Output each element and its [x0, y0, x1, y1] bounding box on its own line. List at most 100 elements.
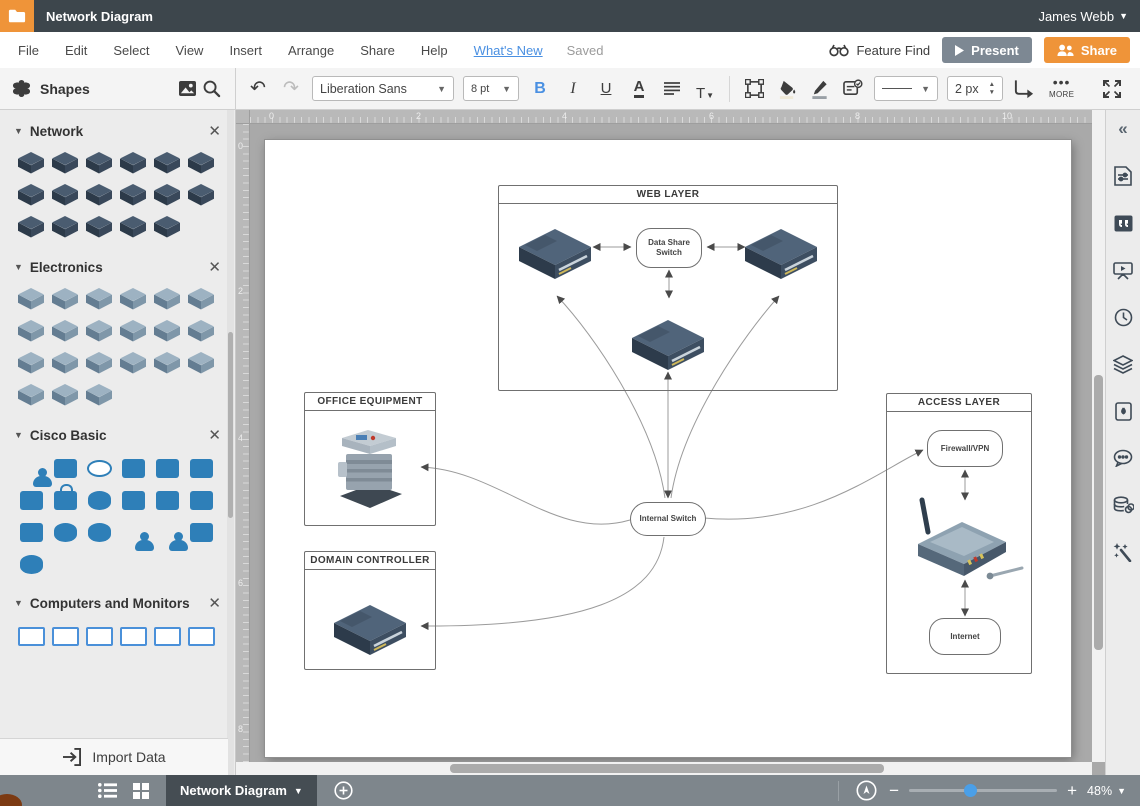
palette-shape[interactable]	[116, 620, 150, 652]
palette-shape[interactable]	[82, 348, 116, 380]
menu-share[interactable]: Share	[360, 43, 395, 58]
palette-shape[interactable]	[184, 348, 218, 380]
palette-shape[interactable]	[116, 516, 150, 548]
italic-button[interactable]: I	[561, 76, 585, 102]
palette-shape[interactable]	[48, 180, 82, 212]
close-section-icon[interactable]: ✕	[208, 122, 221, 140]
palette-shape[interactable]	[184, 284, 218, 316]
palette-shape[interactable]	[116, 316, 150, 348]
layers-icon[interactable]	[1112, 353, 1134, 375]
palette-shape[interactable]	[82, 212, 116, 244]
font-size-select[interactable]: 8 pt ▼	[463, 76, 519, 101]
palette-shape[interactable]	[82, 516, 116, 548]
font-family-select[interactable]: Liberation Sans ▼	[312, 76, 454, 101]
palette-shape[interactable]	[82, 380, 116, 412]
palette-shape[interactable]	[48, 516, 82, 548]
fullscreen-icon[interactable]	[1100, 76, 1124, 102]
palette-shape[interactable]	[150, 484, 184, 516]
palette-shape[interactable]	[14, 484, 48, 516]
palette-shape[interactable]	[48, 484, 82, 516]
close-section-icon[interactable]: ✕	[208, 258, 221, 276]
palette-shape[interactable]	[14, 348, 48, 380]
palette-shape[interactable]	[184, 180, 218, 212]
canvas-horizontal-scrollbar[interactable]	[236, 762, 1092, 775]
palette-shape[interactable]	[116, 180, 150, 212]
palette-shape[interactable]	[48, 284, 82, 316]
pan-navigate-icon[interactable]	[853, 778, 879, 804]
palette-shape[interactable]	[116, 148, 150, 180]
node-internet[interactable]: Internet	[929, 618, 1001, 655]
palette-shape[interactable]	[82, 284, 116, 316]
container-web-layer[interactable]: WEB LAYER	[498, 185, 838, 391]
history-icon[interactable]	[1112, 306, 1134, 328]
import-data-button[interactable]: Import Data	[0, 738, 228, 775]
page-list-icon[interactable]	[94, 778, 120, 804]
notes-panel-icon[interactable]	[1112, 212, 1134, 234]
present-panel-icon[interactable]	[1112, 259, 1134, 281]
present-button[interactable]: Present	[942, 37, 1032, 63]
palette-shape[interactable]	[48, 212, 82, 244]
zoom-in-button[interactable]: +	[1067, 781, 1077, 801]
palette-shape[interactable]	[48, 316, 82, 348]
line-color-button[interactable]	[808, 76, 832, 102]
feature-find-button[interactable]: Feature Find	[829, 43, 930, 58]
palette-shape[interactable]	[82, 484, 116, 516]
palette-shape[interactable]	[48, 348, 82, 380]
palette-shape[interactable]	[184, 484, 218, 516]
palette-shape[interactable]	[184, 316, 218, 348]
palette-shape[interactable]	[82, 620, 116, 652]
menu-help[interactable]: Help	[421, 43, 448, 58]
palette-shape[interactable]	[184, 516, 218, 548]
menu-view[interactable]: View	[176, 43, 204, 58]
palette-shape[interactable]	[14, 548, 48, 580]
page-tab[interactable]: Network Diagram ▼	[166, 775, 317, 806]
palette-shape[interactable]	[48, 380, 82, 412]
palette-shape[interactable]	[116, 212, 150, 244]
zoom-slider[interactable]	[909, 789, 1057, 792]
palette-shape[interactable]	[150, 452, 184, 484]
palette-shape[interactable]	[14, 212, 48, 244]
palette-shape[interactable]	[48, 148, 82, 180]
theme-icon[interactable]	[1112, 400, 1134, 422]
menu-file[interactable]: File	[18, 43, 39, 58]
node-firewall-vpn[interactable]: Firewall/VPN	[927, 430, 1003, 467]
palette-shape[interactable]	[116, 284, 150, 316]
underline-button[interactable]: U	[594, 76, 618, 102]
close-section-icon[interactable]: ✕	[208, 594, 221, 612]
container-domain-controller[interactable]: DOMAIN CONTROLLER	[304, 551, 436, 670]
redo-button[interactable]: ↷	[279, 76, 303, 102]
image-icon[interactable]	[175, 76, 199, 102]
palette-shape[interactable]	[48, 452, 82, 484]
shapes-panel-scrollbar[interactable]	[227, 110, 234, 775]
user-menu[interactable]: James Webb ▼	[1038, 9, 1128, 24]
palette-shape[interactable]	[150, 148, 184, 180]
palette-shape[interactable]	[150, 284, 184, 316]
palette-shape[interactable]	[14, 180, 48, 212]
palette-shape[interactable]	[116, 348, 150, 380]
palette-shape[interactable]	[82, 452, 116, 484]
node-data-share-switch[interactable]: Data Share Switch	[636, 228, 702, 268]
palette-shape[interactable]	[150, 516, 184, 548]
palette-shape[interactable]	[150, 620, 184, 652]
magic-wand-icon[interactable]	[1112, 541, 1134, 563]
container-office-equipment[interactable]: OFFICE EQUIPMENT	[304, 392, 436, 526]
text-align-button[interactable]	[660, 76, 684, 102]
zoom-slider-thumb[interactable]	[964, 784, 977, 797]
palette-shape[interactable]	[184, 148, 218, 180]
zoom-level-select[interactable]: 48% ▼	[1087, 784, 1126, 798]
collapse-panel-icon[interactable]: «	[1112, 118, 1134, 140]
share-button[interactable]: Share	[1044, 37, 1130, 63]
palette-shape[interactable]	[14, 516, 48, 548]
palette-shape[interactable]	[82, 180, 116, 212]
canvas-area[interactable]: 0 2 4 6 8 10 0 2 4 6 8	[236, 110, 1105, 775]
text-options-button[interactable]: T ▼	[693, 76, 717, 102]
connector-style-button[interactable]	[1012, 76, 1036, 102]
close-section-icon[interactable]: ✕	[208, 426, 221, 444]
line-style-select[interactable]: ▼	[874, 76, 938, 101]
palette-shape[interactable]	[82, 148, 116, 180]
palette-shape[interactable]	[150, 212, 184, 244]
menu-edit[interactable]: Edit	[65, 43, 87, 58]
palette-shape[interactable]	[150, 316, 184, 348]
palette-shape[interactable]	[116, 484, 150, 516]
zoom-out-button[interactable]: −	[889, 781, 899, 801]
